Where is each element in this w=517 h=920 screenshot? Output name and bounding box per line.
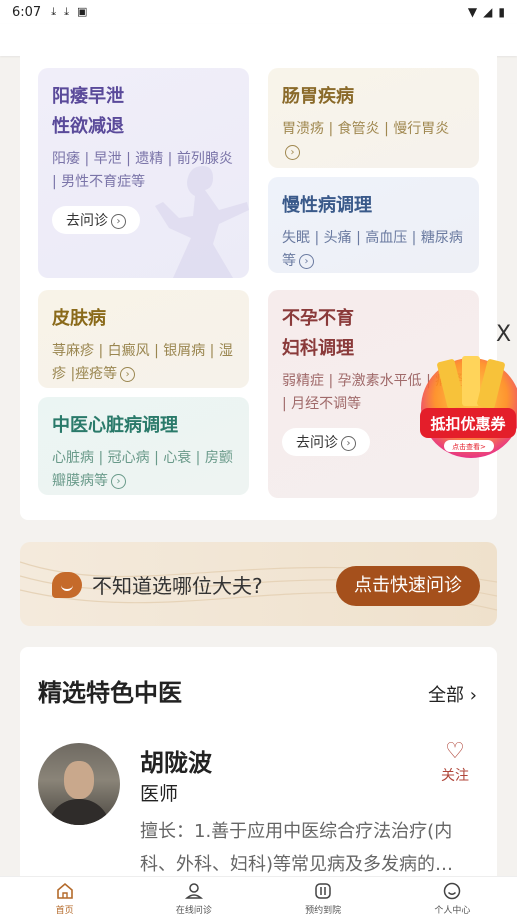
battery-icon: ▮ (498, 5, 505, 19)
doctor-avatar[interactable] (38, 743, 120, 825)
chevron-right-icon[interactable]: › (285, 144, 300, 160)
card-title: 不孕不育 (282, 308, 354, 329)
category-card-chronic[interactable]: 慢性病调理 失眠 | 头痛 | 高血压 | 糖尿病等 › (268, 177, 479, 273)
bottom-tab-bar: 首页 在线问诊 预约到院 个人中心 (0, 876, 517, 920)
tab-booking[interactable]: 预约到院 (259, 877, 388, 920)
doctor-title: 医师 (140, 783, 179, 805)
download-icon: ⤓ (51, 5, 57, 18)
chevron-right-icon: › (341, 435, 356, 451)
coupon-float[interactable]: 抵扣优惠券 点击查看> (416, 348, 517, 472)
tab-profile[interactable]: 个人中心 (388, 877, 517, 920)
card-desc: 失眠 | 头痛 | 高血压 | 糖尿病等 › (282, 230, 463, 269)
card-title: 皮肤病 (52, 308, 106, 329)
doctor-name: 胡陇波 (140, 749, 212, 777)
chevron-right-icon[interactable]: › (120, 366, 136, 382)
card-title-line2: 性欲减退 (52, 116, 124, 137)
view-all-link[interactable]: 全部 › (428, 681, 477, 707)
home-icon (56, 882, 73, 899)
category-card-stomach[interactable]: 肠胃疾病 胃溃疡 | 食管炎 | 慢行胃炎 › (268, 68, 479, 168)
coupon-subtitle: 点击查看> (452, 442, 486, 451)
consult-icon (184, 883, 203, 899)
ask-button[interactable]: 去问诊 › (52, 206, 140, 234)
tab-online-consult[interactable]: 在线问诊 (129, 877, 258, 920)
signal-icon: ◢ (483, 5, 493, 19)
heart-icon: ♡ (445, 739, 465, 764)
coupon-title: 抵扣优惠券 (430, 415, 506, 433)
close-icon[interactable]: X (496, 322, 511, 347)
chevron-right-icon: › (111, 213, 126, 229)
chevron-right-icon[interactable]: › (111, 473, 126, 489)
banner-text: 不知道选哪位大夫? (92, 574, 263, 598)
profile-icon (444, 882, 461, 900)
martial-artist-illustration (155, 166, 249, 278)
card-desc: 胃溃疡 | 食管炎 | 慢行胃炎 › (282, 121, 450, 160)
card-title: 中医心脏病调理 (52, 415, 178, 436)
tab-home[interactable]: 首页 (0, 877, 129, 920)
chevron-right-icon: › (469, 685, 477, 706)
section-heading: 精选特色中医 (38, 679, 182, 707)
card-title: 阳痿早泄 (52, 86, 124, 107)
card-title: 慢性病调理 (282, 195, 372, 216)
card-desc: 心脏病 | 冠心病 | 心衰 | 房颤瓣膜病等 › (52, 450, 233, 489)
a-icon: ▣ (76, 5, 88, 18)
quick-consult-banner[interactable]: 不知道选哪位大夫? 点击快速问诊 (20, 542, 497, 626)
quick-consult-button[interactable]: 点击快速问诊 (336, 566, 480, 606)
card-desc: 荨麻疹 | 白癜风 | 银屑病 | 湿疹 |痤疮等 › (52, 343, 233, 382)
top-bar (0, 24, 517, 56)
booking-icon (315, 883, 331, 899)
chat-icon (52, 572, 82, 598)
category-card-heart[interactable]: 中医心脏病调理 心脏病 | 冠心病 | 心衰 | 房颤瓣膜病等 › (38, 397, 249, 495)
doctor-description: 擅长：1.善于应用中医综合疗法治疗(内科、外科、妇科)等常见病及多发病的… (140, 821, 454, 875)
category-card-mens-health[interactable]: 阳痿早泄 性欲减退 阳痿 | 早泄 | 遗精 | 前列腺炎 | 男性不育症等 去… (38, 68, 249, 278)
download-icon: ⤓ (64, 5, 69, 18)
ask-button[interactable]: 去问诊 › (282, 428, 370, 456)
status-bar: 6:07 ⤓ ⤓ ▣ ▼ ◢ ▮ (0, 0, 517, 24)
wifi-icon: ▼ (467, 5, 478, 19)
follow-button[interactable]: ♡ 关注 (441, 739, 469, 785)
featured-doctors-panel: 精选特色中医 全部 › 胡陇波 医师 ♡ 关注 擅长：1.善于应用中医综合疗法治… (20, 647, 497, 887)
status-time: 6:07 (12, 4, 42, 20)
chevron-right-icon[interactable]: › (299, 253, 314, 269)
card-title: 肠胃疾病 (282, 86, 354, 107)
category-card-skin[interactable]: 皮肤病 荨麻疹 | 白癜风 | 银屑病 | 湿疹 |痤疮等 › (38, 290, 249, 388)
